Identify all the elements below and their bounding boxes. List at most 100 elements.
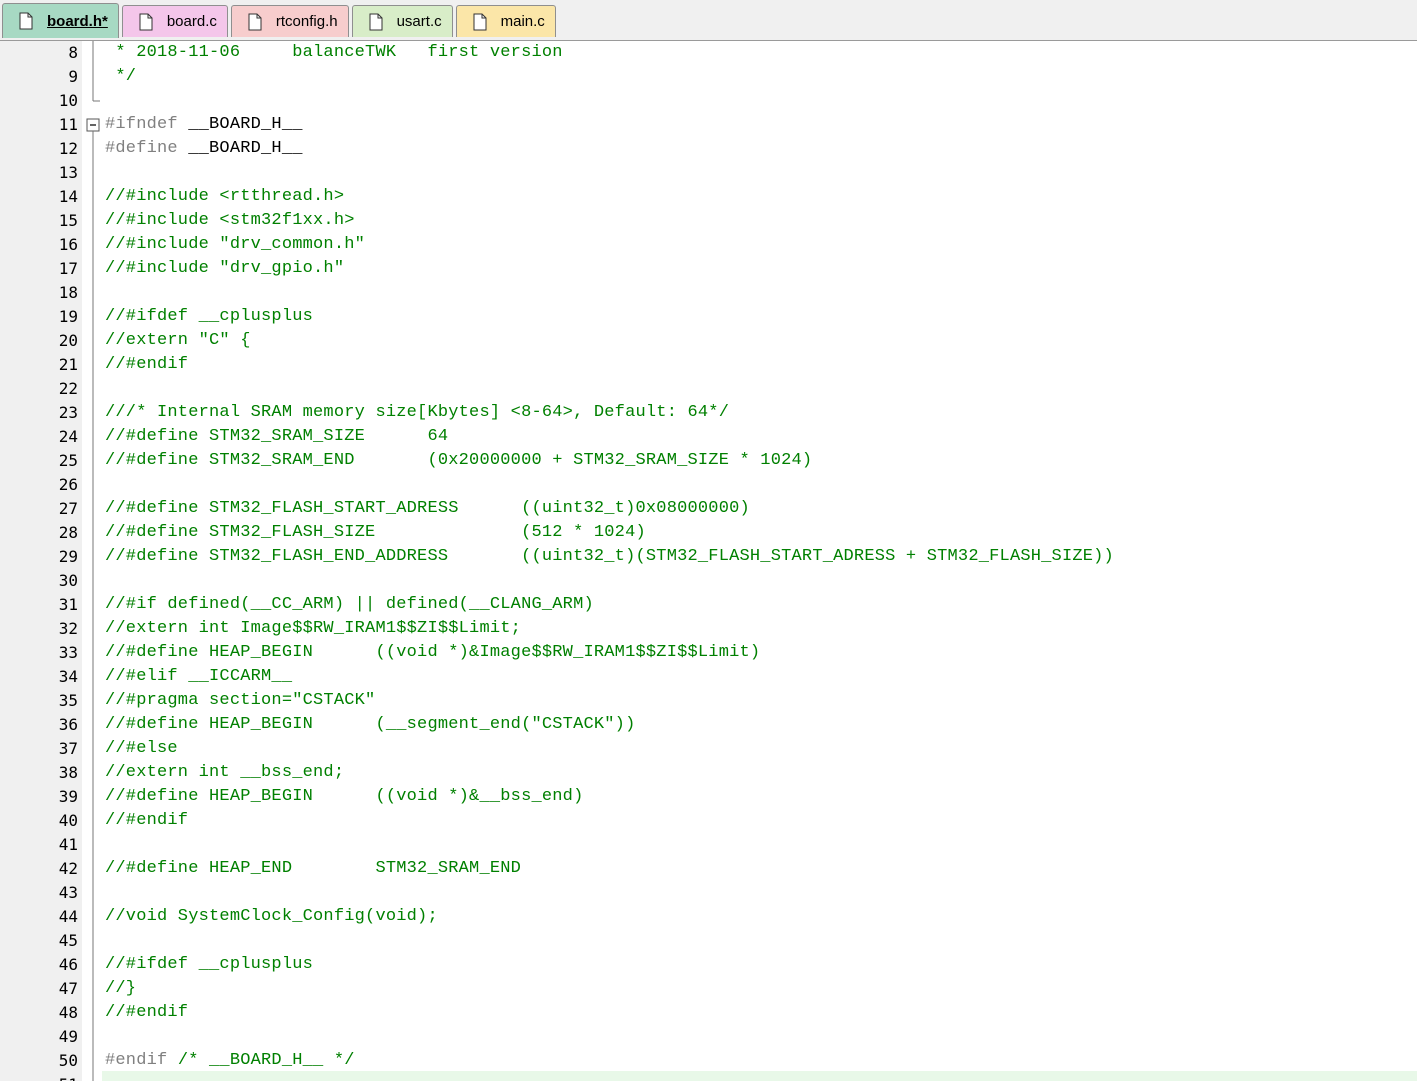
code-line[interactable]: 27 //#define STM32_FLASH_START_ADRESS ((u… bbox=[0, 497, 1417, 521]
code-text: //#define HEAP_BEGIN (__segment_end("CST… bbox=[105, 713, 636, 737]
comment-token: */ bbox=[105, 67, 137, 86]
comment-token: //#define STM32_FLASH_END_ADDRESS ((uint… bbox=[105, 547, 1114, 566]
comment-token: //#include <rtthread.h> bbox=[105, 187, 345, 206]
code-line[interactable]: 17 //#include "drv_gpio.h" bbox=[0, 257, 1417, 281]
code-editor[interactable]: 8 * 2018-11-06 balanceTWK first version 9… bbox=[0, 41, 1417, 1081]
code-line[interactable]: 19 //#ifdef __cplusplus bbox=[0, 305, 1417, 329]
code-line[interactable]: 51 bbox=[0, 1073, 1417, 1081]
comment-token: //void SystemClock_Config(void); bbox=[105, 907, 438, 926]
comment-token: //extern int __bss_end; bbox=[105, 763, 345, 782]
code-line[interactable]: 43 bbox=[0, 881, 1417, 905]
code-line[interactable]: 33 //#define HEAP_BEGIN ((void *)&Image$$… bbox=[0, 641, 1417, 665]
code-line[interactable]: 13 bbox=[0, 161, 1417, 185]
comment-token: ///* Internal SRAM memory size[Kbytes] <… bbox=[105, 403, 730, 422]
code-line[interactable]: 24 //#define STM32_SRAM_SIZE 64 bbox=[0, 425, 1417, 449]
fold-toggle-icon[interactable] bbox=[82, 113, 102, 137]
code-line[interactable]: 42 //#define HEAP_END STM32_SRAM_END bbox=[0, 857, 1417, 881]
code-line[interactable]: 36 //#define HEAP_BEGIN (__segment_end("C… bbox=[0, 713, 1417, 737]
line-number: 51 bbox=[0, 1073, 78, 1081]
line-number: 22 bbox=[58, 379, 78, 398]
line-number: 29 bbox=[58, 547, 78, 566]
code-line[interactable]: 21 //#endif bbox=[0, 353, 1417, 377]
fold-guide-line bbox=[92, 953, 94, 977]
comment-token: //#include "drv_gpio.h" bbox=[105, 259, 345, 278]
code-line[interactable]: 8 * 2018-11-06 balanceTWK first version bbox=[0, 41, 1417, 65]
code-text: */ bbox=[105, 65, 136, 89]
code-line[interactable]: 12 #define __BOARD_H__ bbox=[0, 137, 1417, 161]
code-line[interactable]: 44 //void SystemClock_Config(void); bbox=[0, 905, 1417, 929]
code-line[interactable]: 23 ///* Internal SRAM memory size[Kbytes]… bbox=[0, 401, 1417, 425]
fold-guide-line bbox=[92, 281, 94, 305]
code-line[interactable]: 28 //#define STM32_FLASH_SIZE (512 * 1024… bbox=[0, 521, 1417, 545]
fold-guide-line bbox=[92, 689, 94, 713]
code-line[interactable]: 45 bbox=[0, 929, 1417, 953]
preprocessor-token: #endif bbox=[105, 1051, 178, 1070]
tab-board-h[interactable]: board.h* bbox=[2, 3, 119, 38]
fold-guide-line bbox=[92, 41, 94, 65]
code-line[interactable]: 32 //extern int Image$$RW_IRAM1$$ZI$$Limi… bbox=[0, 617, 1417, 641]
code-line[interactable]: 47 //} bbox=[0, 977, 1417, 1001]
code-text: //#include "drv_gpio.h" bbox=[105, 257, 344, 281]
code-text: //#if defined(__CC_ARM) || defined(__CLA… bbox=[105, 593, 594, 617]
code-line[interactable]: 49 bbox=[0, 1025, 1417, 1049]
code-line[interactable]: 30 bbox=[0, 569, 1417, 593]
code-line[interactable]: 26 bbox=[0, 473, 1417, 497]
code-line[interactable]: 25 //#define STM32_SRAM_END (0x20000000 +… bbox=[0, 449, 1417, 473]
tab-board-c[interactable]: board.c bbox=[121, 5, 228, 37]
fold-guide-line bbox=[92, 1049, 94, 1073]
code-line[interactable]: 50 #endif /* __BOARD_H__ */ bbox=[0, 1049, 1417, 1073]
code-line[interactable]: 48 //#endif bbox=[0, 1001, 1417, 1025]
line-number: 12 bbox=[58, 139, 78, 158]
line-number: 8 bbox=[68, 43, 78, 62]
fold-guide-line bbox=[92, 353, 94, 377]
tab-label: usart.c bbox=[396, 13, 442, 30]
code-line[interactable]: 9 */ bbox=[0, 65, 1417, 89]
line-number: 24 bbox=[58, 427, 78, 446]
fold-guide-line bbox=[92, 401, 94, 425]
code-line[interactable]: 11 #ifndef __BOARD_H__ bbox=[0, 113, 1417, 137]
code-line[interactable]: 15 //#include <stm32f1xx.h> bbox=[0, 209, 1417, 233]
code-line[interactable]: 20 //extern "C" { bbox=[0, 329, 1417, 353]
code-line[interactable]: 38 //extern int __bss_end; bbox=[0, 761, 1417, 785]
fold-guide-line bbox=[92, 569, 94, 593]
comment-token: //#define HEAP_BEGIN (__segment_end("CST… bbox=[105, 715, 636, 734]
code-line[interactable]: 39 //#define HEAP_BEGIN ((void *)&__bss_e… bbox=[0, 785, 1417, 809]
fold-guide-line bbox=[92, 449, 94, 473]
tab-label: main.c bbox=[500, 13, 545, 30]
code-text: //void SystemClock_Config(void); bbox=[105, 905, 438, 929]
fold-guide-line bbox=[92, 761, 94, 785]
code-line[interactable]: 46 //#ifdef __cplusplus bbox=[0, 953, 1417, 977]
code-line[interactable]: 40 //#endif bbox=[0, 809, 1417, 833]
fold-end-marker bbox=[92, 89, 100, 102]
fold-guide-line bbox=[92, 809, 94, 833]
code-text: //#include <rtthread.h> bbox=[105, 185, 344, 209]
fold-guide-line bbox=[92, 545, 94, 569]
fold-guide-line bbox=[92, 209, 94, 233]
fold-guide-line bbox=[92, 593, 94, 617]
document-icon bbox=[19, 12, 33, 30]
code-line[interactable]: 16 //#include "drv_common.h" bbox=[0, 233, 1417, 257]
code-line[interactable]: 29 //#define STM32_FLASH_END_ADDRESS ((ui… bbox=[0, 545, 1417, 569]
line-number: 9 bbox=[68, 67, 78, 86]
code-line[interactable]: 10 bbox=[0, 89, 1417, 113]
line-number: 13 bbox=[58, 163, 78, 182]
code-line[interactable]: 18 bbox=[0, 281, 1417, 305]
tab-usart-c[interactable]: usart.c bbox=[351, 5, 453, 37]
code-line[interactable]: 37 //#else bbox=[0, 737, 1417, 761]
line-number: 30 bbox=[58, 571, 78, 590]
code-line[interactable]: 22 bbox=[0, 377, 1417, 401]
code-line[interactable]: 41 bbox=[0, 833, 1417, 857]
code-line[interactable]: 31 //#if defined(__CC_ARM) || defined(__C… bbox=[0, 593, 1417, 617]
comment-token: //#define HEAP_BEGIN ((void *)&Image$$RW… bbox=[105, 643, 761, 662]
code-text: //extern "C" { bbox=[105, 329, 251, 353]
code-line[interactable]: 34 //#elif __ICCARM__ bbox=[0, 665, 1417, 689]
tab-main-c[interactable]: main.c bbox=[455, 5, 556, 37]
code-line[interactable]: 14 //#include <rtthread.h> bbox=[0, 185, 1417, 209]
line-number: 20 bbox=[58, 331, 78, 350]
comment-token: //#include <stm32f1xx.h> bbox=[105, 211, 355, 230]
comment-token: //#define STM32_FLASH_SIZE (512 * 1024) bbox=[105, 523, 646, 542]
line-number: 46 bbox=[58, 955, 78, 974]
code-line[interactable]: 35 //#pragma section="CSTACK" bbox=[0, 689, 1417, 713]
tab-rtconfig-h[interactable]: rtconfig.h bbox=[230, 5, 349, 37]
document-icon bbox=[473, 13, 487, 30]
